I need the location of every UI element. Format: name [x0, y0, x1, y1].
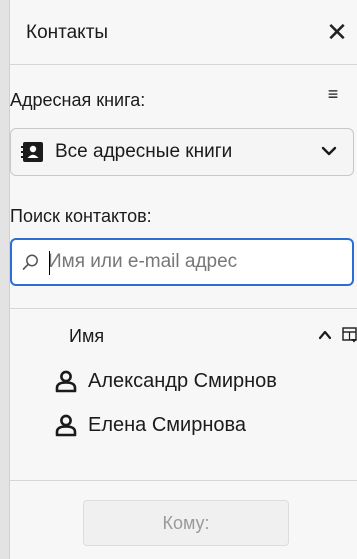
divider	[10, 308, 357, 309]
search-input[interactable]	[48, 251, 348, 273]
window-edge	[0, 0, 10, 559]
search-label: Поиск контактов:	[10, 206, 152, 226]
address-book-selected: Все адресные книги	[55, 141, 233, 162]
text-caret	[49, 251, 50, 275]
to-button[interactable]: Кому:	[83, 500, 289, 546]
hamburger-icon: ≡	[327, 83, 339, 104]
contact-row[interactable]: Александр Смирнов	[10, 361, 357, 401]
column-name-label: Имя	[69, 326, 105, 346]
close-icon: ✕	[326, 16, 348, 47]
address-book-label: Адресная книга:	[10, 90, 146, 110]
person-icon	[54, 413, 78, 437]
contact-name: Александр Смирнов	[88, 369, 277, 392]
close-button[interactable]: ✕	[319, 14, 355, 50]
column-picker-icon[interactable]	[342, 326, 357, 344]
sidebar-header: Контакты ✕	[10, 0, 357, 65]
sidebar-title: Контакты	[26, 22, 109, 43]
sort-ascending-icon[interactable]	[317, 327, 333, 343]
contact-row[interactable]: Елена Смирнова	[10, 405, 357, 445]
contact-name: Елена Смирнова	[88, 413, 247, 436]
chevron-down-icon	[319, 141, 339, 161]
column-header[interactable]: Имя	[10, 315, 357, 357]
person-icon	[54, 369, 78, 393]
divider	[10, 480, 357, 481]
search-box[interactable]	[10, 238, 354, 286]
search-icon	[22, 253, 40, 271]
address-book-icon	[21, 139, 47, 165]
address-book-select[interactable]: Все адресные книги	[10, 128, 354, 176]
menu-button[interactable]: ≡	[319, 80, 347, 108]
